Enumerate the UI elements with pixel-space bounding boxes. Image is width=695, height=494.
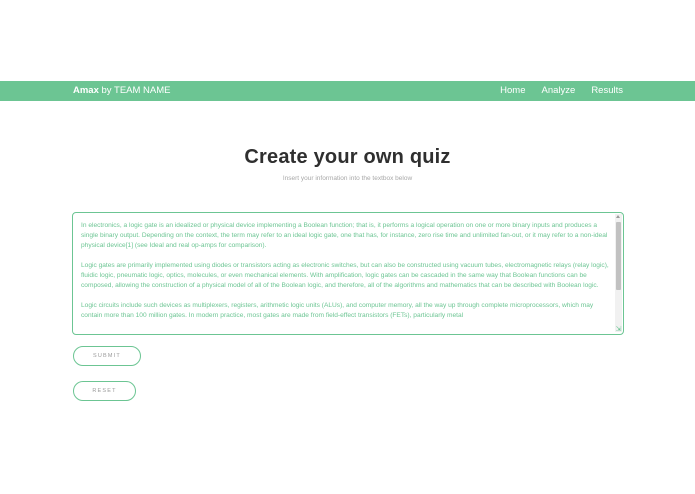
textarea-scrollbar[interactable] [615, 214, 622, 332]
scroll-up-arrow-icon[interactable] [616, 215, 620, 218]
textarea-paragraph: Logic gates are primarily implemented us… [81, 262, 609, 289]
nav-link-results[interactable]: Results [591, 85, 623, 97]
textarea-content[interactable]: In electronics, a logic gate is an ideal… [81, 221, 609, 334]
nav-links: Home Analyze Results [500, 85, 623, 97]
textarea-paragraph: In electronics, a logic gate is an ideal… [81, 222, 608, 249]
top-navbar: Amax by TEAM NAME Home Analyze Results [0, 81, 695, 101]
brand-team: by TEAM NAME [98, 85, 171, 96]
scrollbar-thumb[interactable] [616, 222, 621, 290]
brand-logo[interactable]: Amax by TEAM NAME [73, 85, 171, 97]
submit-button[interactable]: SUBMIT [73, 346, 141, 366]
reset-button[interactable]: RESET [73, 381, 136, 401]
textarea-paragraph: Logic circuits include such devices as m… [81, 302, 594, 319]
resize-handle-icon[interactable]: ⇲ [615, 326, 622, 333]
brand-name: Amax [73, 85, 99, 96]
page-subtitle: Insert your information into the textbox… [282, 175, 413, 182]
nav-link-analyze[interactable]: Analyze [542, 85, 576, 97]
nav-link-home[interactable]: Home [500, 85, 525, 97]
quiz-textarea[interactable]: In electronics, a logic gate is an ideal… [72, 212, 624, 335]
page-title: Create your own quiz [244, 146, 451, 168]
